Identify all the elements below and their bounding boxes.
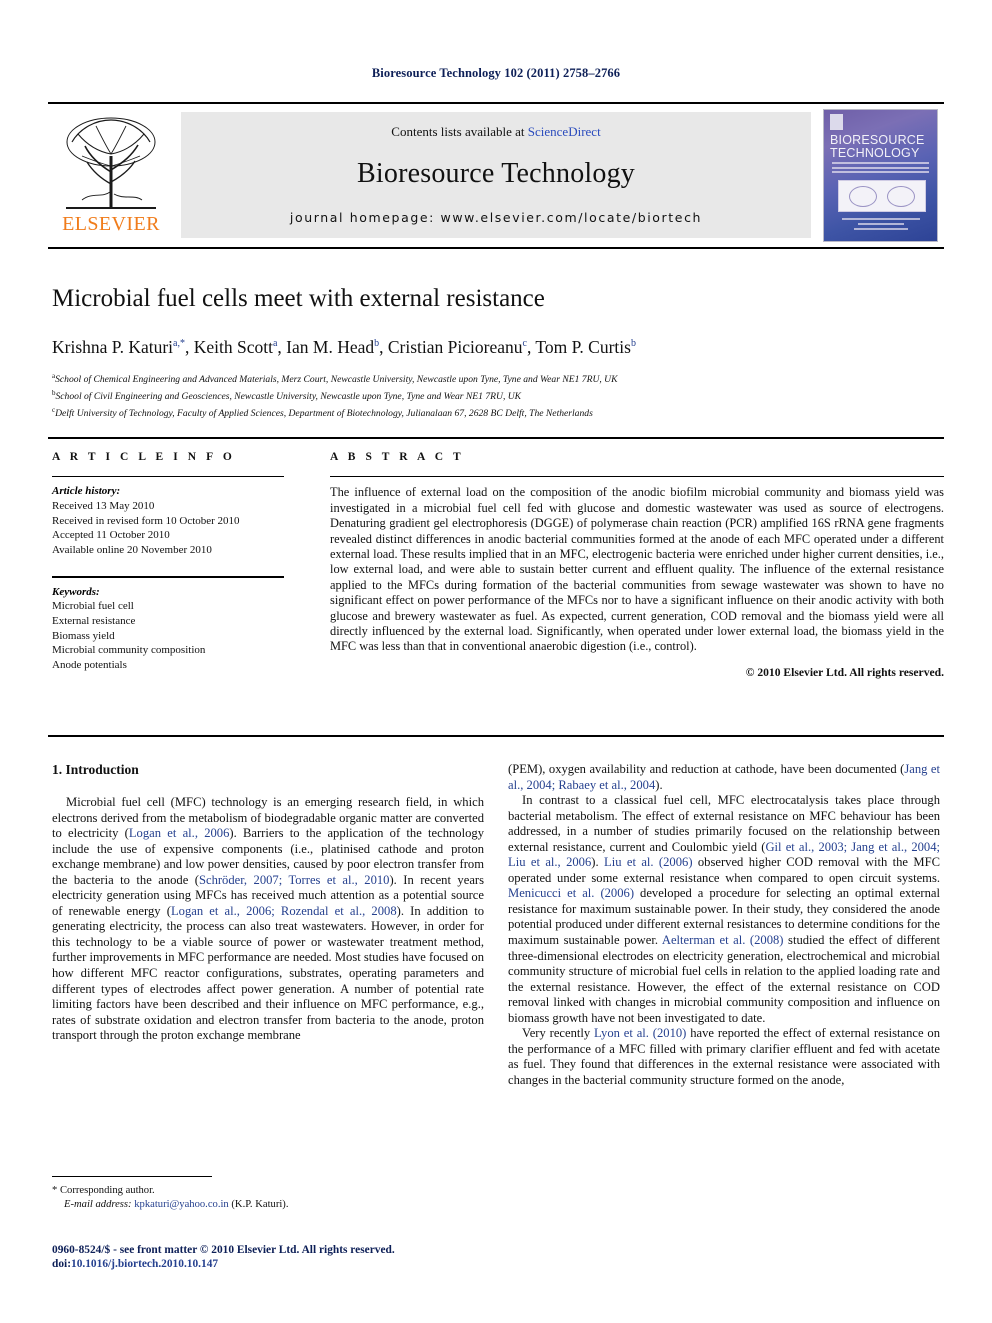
abstract-copyright: © 2010 Elsevier Ltd. All rights reserved…	[745, 665, 944, 679]
body-text: Very recently	[522, 1026, 595, 1041]
journal-masthead: ELSEVIER Contents lists available at Sci…	[48, 102, 944, 242]
keyword-item: Biomass yield	[52, 629, 115, 642]
keywords-label: Keywords:	[52, 585, 100, 598]
journal-title: Bioresource Technology	[357, 158, 635, 189]
cover-title-line2: TECHNOLOGY	[830, 145, 920, 160]
info-band-bottom-rule	[48, 735, 944, 737]
article-history-item: Available online 20 November 2010	[52, 543, 212, 556]
article-info-heading: A R T I C L E I N F O	[52, 451, 236, 463]
email-note: E-mail address: kpkaturi@yahoo.co.in (K.…	[52, 1198, 482, 1212]
corresponding-author-star: *	[179, 338, 185, 350]
elsevier-tree-logo-icon: ELSEVIER	[52, 112, 170, 238]
citation-link[interactable]: Logan et al., 2006; Rozendal et al., 200…	[171, 904, 397, 918]
body-text: ).	[591, 855, 604, 870]
abstract-text: The influence of external load on the co…	[330, 485, 944, 654]
email-link[interactable]: kpkaturi@yahoo.co.in	[134, 1199, 229, 1210]
affiliation-item: cDelft University of Technology, Faculty…	[52, 404, 902, 421]
email-label: E-mail address:	[64, 1199, 132, 1210]
body-column-left: Microbial fuel cell (MFC) technology is …	[52, 795, 484, 1044]
article-info-column: Article history: Received 13 May 2010 Re…	[52, 476, 302, 672]
corresponding-text: Corresponding author.	[59, 1185, 155, 1196]
cover-figure-icon	[838, 180, 926, 212]
body-paragraph: Very recently Lyon et al. (2010) have re…	[508, 1026, 940, 1088]
abstract-heading: A B S T R A C T	[330, 451, 465, 463]
author-affil-mark: a	[272, 338, 278, 350]
author-affil-mark: b	[630, 338, 636, 350]
corresponding-author-note: * Corresponding author.	[52, 1184, 482, 1198]
body-text: ).	[655, 777, 663, 792]
affiliation-text: School of Civil Engineering and Geoscien…	[55, 390, 522, 402]
author-affil-mark: b	[374, 338, 380, 350]
body-text: (PEM), oxygen availability and reduction…	[508, 762, 905, 776]
abstract-rule	[330, 476, 944, 478]
journal-cover-thumbnail-icon: BIORESOURCE TECHNOLOGY	[823, 109, 938, 242]
journal-homepage-link[interactable]: journal homepage: www.elsevier.com/locat…	[181, 210, 811, 225]
citation-link[interactable]: Lyon et al. (2010)	[594, 1026, 686, 1040]
body-column-right: (PEM), oxygen availability and reduction…	[508, 762, 940, 1088]
author-name: Krishna P. Katuri	[52, 337, 174, 357]
elsevier-wordmark: ELSEVIER	[62, 213, 160, 235]
doi-line: doi:10.1016/j.biortech.2010.10.147	[52, 1257, 552, 1271]
affiliation-text: School of Chemical Engineering and Advan…	[55, 374, 618, 386]
sciencedirect-link[interactable]: ScienceDirect	[528, 124, 601, 139]
affiliation-text: Delft University of Technology, Faculty …	[55, 407, 593, 419]
corresponding-marker: *	[52, 1185, 58, 1196]
info-band-top-rule	[48, 437, 944, 439]
doi-label: doi:	[52, 1258, 71, 1271]
contents-available-line: Contents lists available at ScienceDirec…	[181, 124, 811, 140]
masthead-bottom-rule	[48, 247, 944, 250]
article-history-item: Received in revised form 10 October 2010	[52, 514, 240, 527]
citation-link[interactable]: Liu et al. (2006)	[604, 855, 693, 869]
citation-link[interactable]: Logan et al., 2006	[129, 826, 230, 840]
cover-footer-lines	[842, 218, 920, 233]
body-paragraph: In contrast to a classical fuel cell, MF…	[508, 793, 940, 1026]
author-list: Krishna P. Katuria,*, Keith Scotta, Ian …	[52, 337, 636, 357]
keyword-item: Anode potentials	[52, 658, 127, 671]
author-name: Tom P. Curtis	[535, 337, 631, 357]
affiliation-item: aSchool of Chemical Engineering and Adva…	[52, 370, 902, 387]
masthead-center-panel: Contents lists available at ScienceDirec…	[181, 112, 811, 238]
cover-subtitle-lines	[832, 162, 929, 176]
keywords-rule	[52, 576, 284, 578]
author-name: Keith Scott	[193, 337, 273, 357]
abstract-column: The influence of external load on the co…	[330, 476, 944, 679]
running-head: Bioresource Technology 102 (2011) 2758–2…	[371, 66, 621, 80]
issn-copyright-line: 0960-8524/$ - see front matter © 2010 El…	[52, 1244, 395, 1256]
citation-link[interactable]: Aelterman et al. (2008)	[662, 933, 784, 947]
article-info-rule	[52, 476, 284, 478]
footnote-rule	[52, 1176, 212, 1178]
cover-title: BIORESOURCE TECHNOLOGY	[830, 134, 931, 159]
article-history-label: Article history:	[52, 485, 121, 498]
section-heading-introduction: 1. Introduction	[52, 762, 139, 777]
affiliation-list: aSchool of Chemical Engineering and Adva…	[52, 370, 902, 420]
paper-page: Bioresource Technology 102 (2011) 2758–2…	[0, 0, 992, 1323]
author-name: Ian M. Head	[286, 337, 375, 357]
author-affil-mark: a,	[173, 338, 180, 350]
author-affil-mark: c	[522, 338, 527, 350]
page-title: Microbial fuel cells meet with external …	[52, 285, 545, 312]
keyword-item: Microbial community composition	[52, 644, 206, 657]
cover-elsevier-mark-icon	[830, 114, 843, 130]
doi-value[interactable]: 10.1016/j.biortech.2010.10.147	[71, 1258, 218, 1270]
affiliation-item: bSchool of Civil Engineering and Geoscie…	[52, 387, 902, 404]
body-text: ). In addition to generating electricity…	[52, 903, 485, 1043]
citation-link[interactable]: Schröder, 2007; Torres et al., 2010	[199, 873, 390, 887]
imprint-block: 0960-8524/$ - see front matter © 2010 El…	[52, 1243, 552, 1272]
citation-link[interactable]: Menicucci et al. (2006)	[508, 886, 634, 900]
body-paragraph: Microbial fuel cell (MFC) technology is …	[52, 795, 484, 1044]
body-paragraph: (PEM), oxygen availability and reduction…	[508, 762, 940, 793]
contents-prefix: Contents lists available at	[391, 124, 525, 139]
keyword-item: Microbial fuel cell	[52, 600, 134, 613]
email-owner: (K.P. Katuri).	[231, 1199, 289, 1210]
article-history-item: Accepted 11 October 2010	[52, 529, 170, 542]
article-history-item: Received 13 May 2010	[52, 499, 155, 512]
author-name: Cristian Picioreanu	[387, 337, 523, 357]
keyword-item: External resistance	[52, 614, 136, 627]
